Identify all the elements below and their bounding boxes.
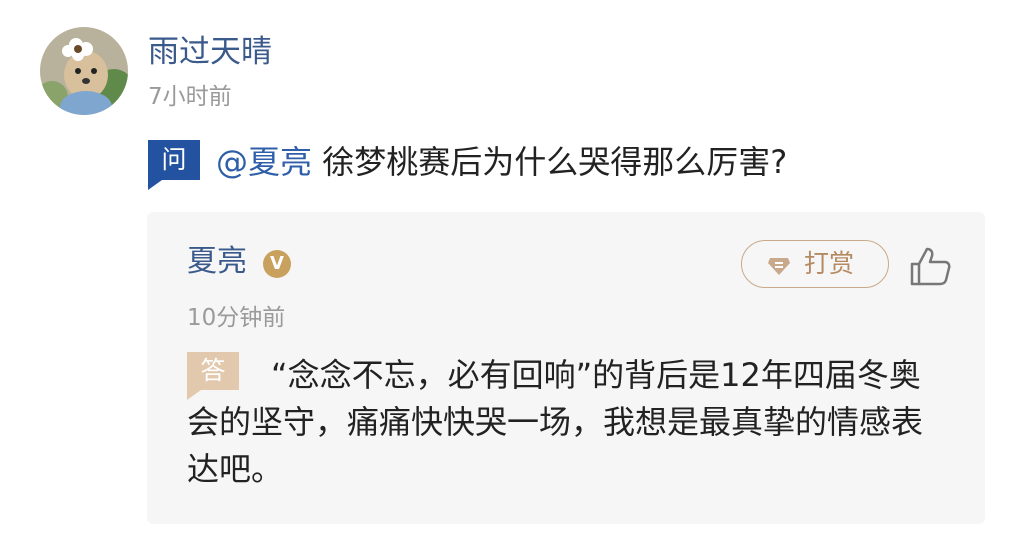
post-timestamp: 7小时前 (148, 84, 232, 110)
question-body: 徐梦桃赛后为什么哭得那么厉害? (312, 143, 788, 181)
post-username[interactable]: 雨过天晴 (148, 32, 272, 72)
answer-body: “念念不忘，必有回响”的背后是12年四届冬奥会的坚守，痛痛快快哭一场，我想是最真… (187, 356, 924, 488)
gem-icon (768, 258, 790, 275)
question-badge-tail (148, 180, 162, 190)
tip-button[interactable]: 打赏 (741, 240, 889, 288)
verified-v-icon: V (263, 250, 291, 278)
tip-button-label: 打赏 (804, 249, 855, 278)
answerer-name[interactable]: 夏亮 (187, 242, 247, 282)
dog-avatar-image (40, 27, 128, 115)
answer-card: 夏亮 V 打赏 10分钟前 答 “念念不忘，必有回响”的背后是12年四届冬奥会的… (147, 212, 985, 524)
thumbs-up-icon[interactable] (909, 246, 951, 286)
question-badge: 问 (148, 140, 200, 190)
mention-link[interactable]: @夏亮 (216, 143, 312, 181)
user-avatar[interactable] (40, 27, 128, 115)
answer-timestamp: 10分钟前 (187, 305, 286, 331)
answer-text: “念念不忘，必有回响”的背后是12年四届冬奥会的坚守，痛痛快快哭一场，我想是最真… (187, 352, 947, 493)
question-badge-label: 问 (148, 140, 200, 180)
question-text: @夏亮 徐梦桃赛后为什么哭得那么厉害? (216, 140, 787, 184)
